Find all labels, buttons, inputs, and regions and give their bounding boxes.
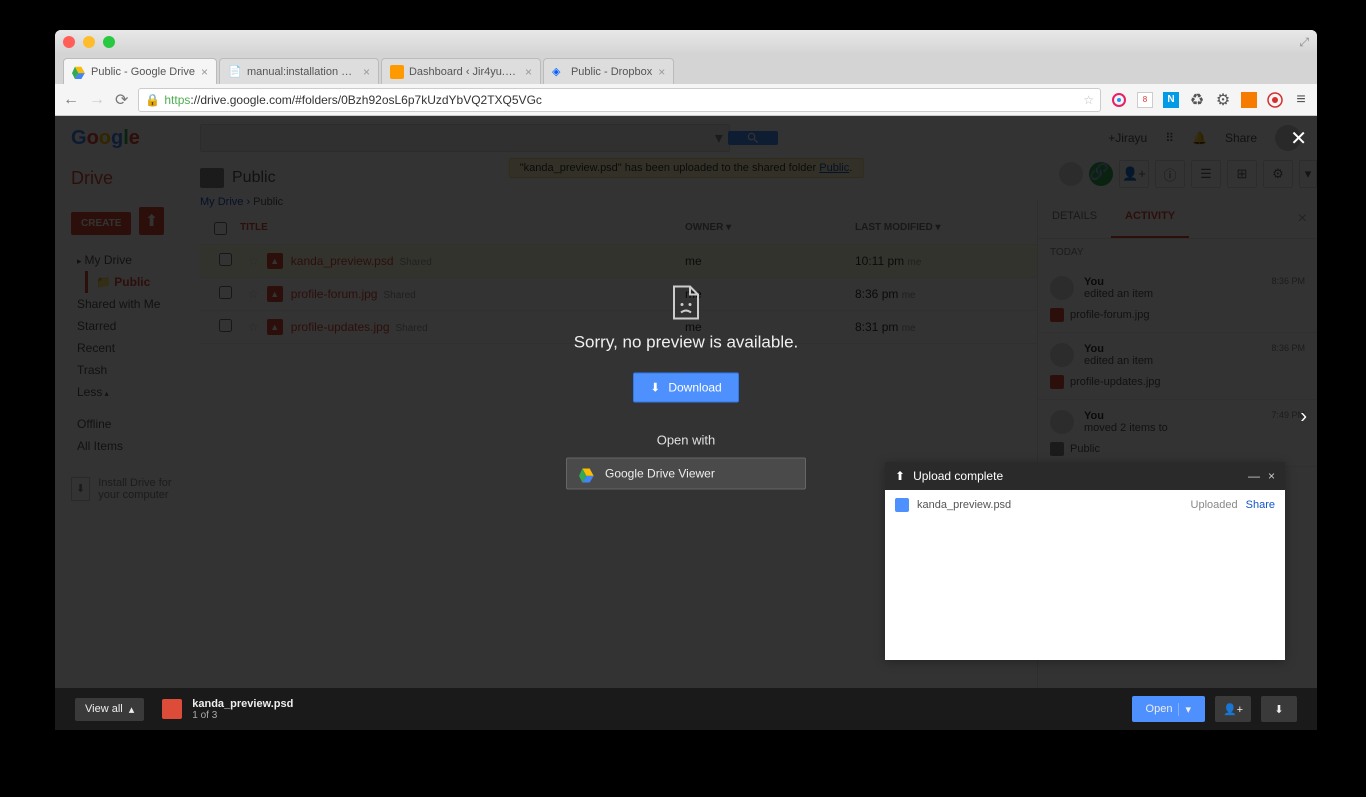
chevron-up-icon: ▴ [129,703,135,716]
tab-inactive[interactable]: ◈ Public - Dropbox × [543,58,674,84]
extension-icon[interactable] [1267,92,1283,108]
upload-complete-popup: ⬆ Upload complete — × kanda_preview.psd … [885,462,1285,660]
google-drive-viewer-button[interactable]: Google Drive Viewer [566,457,806,489]
titlebar: ⤢ [55,30,1317,54]
add-person-button[interactable]: 👤+ [1215,696,1251,722]
chevron-down-icon: ▾ [1178,703,1191,716]
urlbar-row: ← → ⟳ 🔒 https://drive.google.com/#folder… [55,84,1317,116]
tab-title: manual:installation – Flysp [247,66,357,78]
minimize-icon[interactable]: — [1248,469,1260,483]
current-file-info: kanda_preview.psd 1 of 3 [162,698,293,721]
photo-icon [162,699,182,719]
back-button[interactable]: ← [63,91,79,109]
extension-icon[interactable] [1241,92,1257,108]
file-counter: 1 of 3 [192,710,293,721]
extension-icon[interactable] [1111,92,1127,108]
zoom-window-button[interactable] [103,36,115,48]
content-area: Google ▾ +Jirayu ⠿ 🔔 Share "ka [55,116,1317,718]
traffic-lights [63,36,115,48]
tab-inactive[interactable]: Dashboard ‹ Jir4yu.me — × [381,58,541,84]
close-icon[interactable]: × [201,65,208,79]
minimize-window-button[interactable] [83,36,95,48]
open-button[interactable]: Open ▾ [1132,696,1205,722]
next-button[interactable]: › [1300,406,1307,429]
settings-icon[interactable]: ⚙ [1215,92,1231,108]
upload-status: Uploaded [1191,499,1238,511]
upload-title: Upload complete [913,469,1003,483]
extension-icon[interactable]: N [1163,92,1179,108]
favicon: 📄 [228,65,242,79]
download-button[interactable]: ⬇ [1261,696,1297,722]
sad-document-icon [670,284,702,320]
drive-favicon [72,65,86,79]
drive-icon [579,466,595,480]
extension-icons: 8 N ♻ ⚙ ≡ [1111,92,1309,108]
view-all-button[interactable]: View all ▴ [75,698,144,721]
preview-message: Sorry, no preview is available. ⬇ Downlo… [566,284,806,489]
upload-popup-header: ⬆ Upload complete — × [885,462,1285,490]
tab-title: Public - Dropbox [571,66,652,78]
tab-title: Public - Google Drive [91,66,195,78]
download-icon: ⬇ [650,380,660,394]
tab-active[interactable]: Public - Google Drive × [63,58,217,84]
url-path: ://drive.google.com/#folders/0Bzh92osL6p… [190,93,542,107]
close-icon[interactable]: × [363,65,370,79]
preview-overlay: ✕ › Sorry, no preview is available. ⬇ Do… [55,116,1317,718]
extension-icon[interactable]: 8 [1137,92,1153,108]
close-window-button[interactable] [63,36,75,48]
dropbox-favicon: ◈ [552,65,566,79]
extension-icon[interactable]: ♻ [1189,92,1205,108]
upload-filename[interactable]: kanda_preview.psd [917,499,1183,511]
url-protocol: https [164,93,190,107]
favicon [390,65,404,79]
preview-bottombar: View all ▴ kanda_preview.psd 1 of 3 Open… [55,688,1317,730]
no-preview-text: Sorry, no preview is available. [566,332,806,352]
current-filename: kanda_preview.psd [192,698,293,710]
file-icon [895,498,909,512]
menu-icon[interactable]: ≡ [1293,92,1309,108]
bottombar-actions: Open ▾ 👤+ ⬇ [1132,696,1297,722]
close-icon[interactable]: × [658,65,665,79]
browser-window: ⤢ Public - Google Drive × 📄 manual:insta… [55,30,1317,718]
reload-button[interactable]: ⟳ [115,90,128,110]
urlbar[interactable]: 🔒 https://drive.google.com/#folders/0Bzh… [138,88,1101,112]
tab-inactive[interactable]: 📄 manual:installation – Flysp × [219,58,379,84]
tab-title: Dashboard ‹ Jir4yu.me — [409,66,519,78]
fullscreen-icon[interactable]: ⤢ [1299,35,1309,50]
close-icon[interactable]: × [525,65,532,79]
lock-icon: 🔒 [145,93,160,107]
close-icon[interactable]: × [1268,469,1275,483]
bookmark-star-icon[interactable]: ☆ [1083,93,1094,107]
close-preview-button[interactable]: ✕ [1290,126,1307,151]
forward-button[interactable]: → [89,91,105,109]
upload-icon: ⬆ [895,469,905,483]
upload-row: kanda_preview.psd Uploaded Share [885,490,1285,520]
tabbar: Public - Google Drive × 📄 manual:install… [55,54,1317,84]
download-button[interactable]: ⬇ Download [633,372,738,402]
upload-share-link[interactable]: Share [1246,499,1275,511]
open-with-label: Open with [566,432,806,447]
